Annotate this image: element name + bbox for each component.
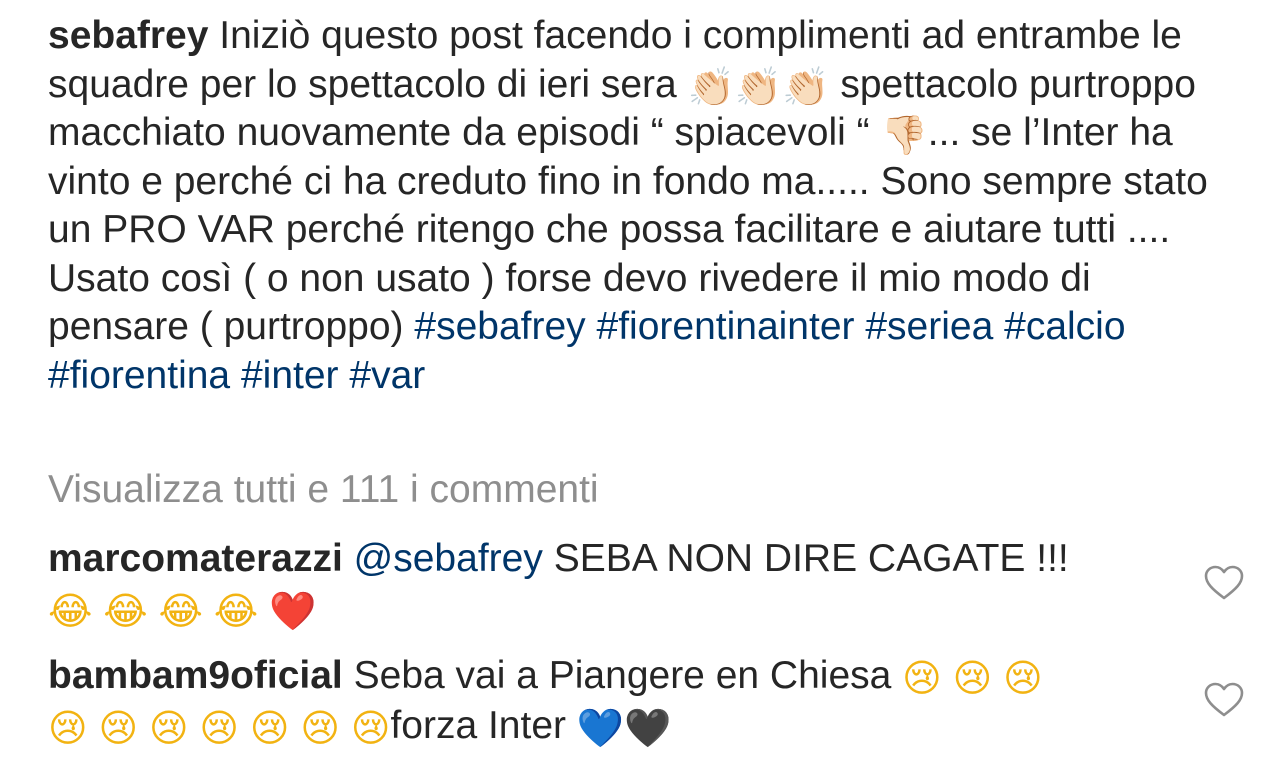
comment-item: bambam9oficial Seba vai a Piangere en Ch… xyxy=(48,651,1168,751)
laughing-emoji: 😂 xyxy=(103,589,148,633)
hashtag-link[interactable]: #calcio xyxy=(1004,305,1125,348)
comment-text: Seba vai a Piangere en Chiesa xyxy=(353,654,892,697)
hashtag-link[interactable]: #var xyxy=(349,354,425,397)
crying-emoji: 😢 xyxy=(199,706,240,750)
crying-emoji: 😢 xyxy=(952,656,993,700)
crying-emoji: 😢 xyxy=(300,706,340,750)
view-all-comments-link[interactable]: Visualizza tutti e 111 i commenti xyxy=(48,466,599,514)
heart-outline-icon xyxy=(1204,682,1244,717)
clap-emoji: 👏🏻 xyxy=(687,64,735,109)
laughing-emoji: 😂 xyxy=(48,589,93,633)
hashtag-link[interactable]: #sebafrey xyxy=(414,305,585,348)
comment-item: marcomaterazzi @sebafrey SEBA NON DIRE C… xyxy=(48,534,1168,634)
crying-emoji: 😢 xyxy=(98,706,139,750)
crying-emoji: 😢 xyxy=(902,656,942,700)
crying-emoji: 😢 xyxy=(48,706,88,750)
hashtag-link[interactable]: #fiorentina xyxy=(48,354,230,397)
laughing-emoji: 😂 xyxy=(158,589,203,633)
comment-author-username[interactable]: marcomaterazzi xyxy=(48,537,343,580)
crying-emoji: 😢 xyxy=(350,706,391,750)
like-comment-button[interactable] xyxy=(1204,682,1244,718)
black-heart-emoji: 🖤 xyxy=(624,706,672,750)
post-caption: sebafrey Iniziò questo post facendo i co… xyxy=(48,12,1208,400)
blue-heart-emoji: 💙 xyxy=(576,706,625,750)
thumbs-down-emoji: 👎🏻 xyxy=(880,113,928,157)
hashtag-link[interactable]: #fiorentinainter xyxy=(597,305,855,348)
laughing-emoji: 😂 xyxy=(213,589,259,633)
comment-author-username[interactable]: bambam9oficial xyxy=(48,654,343,697)
comment-text-after: forza Inter xyxy=(390,704,567,747)
crying-emoji: 😢 xyxy=(1003,656,1043,700)
like-comment-button[interactable] xyxy=(1204,565,1244,601)
mention-link[interactable]: @sebafrey xyxy=(354,537,543,580)
crying-emoji: 😢 xyxy=(148,706,189,750)
crying-emoji: 😢 xyxy=(249,706,290,750)
post-author-username[interactable]: sebafrey xyxy=(48,14,208,57)
heart-outline-icon xyxy=(1204,565,1244,600)
clap-emoji: 👏🏻 xyxy=(734,64,783,109)
hashtag-link[interactable]: #seriea xyxy=(865,305,993,348)
instagram-comments-view: sebafrey Iniziò questo post facendo i co… xyxy=(0,0,1268,770)
clap-emoji: 👏🏻 xyxy=(782,64,830,109)
comment-text: SEBA NON DIRE CAGATE !!! xyxy=(553,537,1069,580)
red-heart-emoji: ❤️ xyxy=(269,589,317,633)
hashtag-link[interactable]: #inter xyxy=(241,354,339,397)
